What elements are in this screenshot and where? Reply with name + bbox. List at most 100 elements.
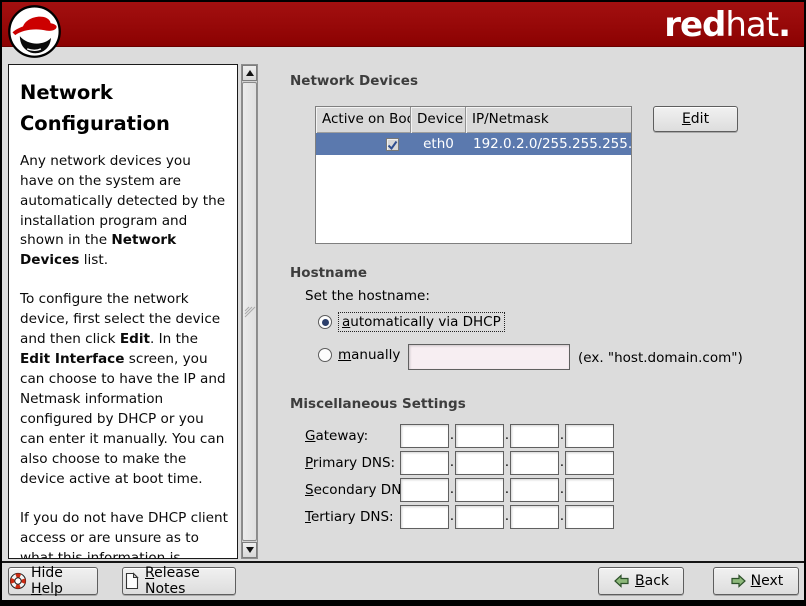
active-on-boot-checkbox[interactable] <box>386 138 399 151</box>
brand-rest: hat <box>725 5 778 45</box>
gateway-octet-1[interactable] <box>400 424 449 448</box>
next-arrow-icon <box>729 572 747 590</box>
back-button[interactable]: Back <box>598 567 684 595</box>
gateway-row: Gateway: . . . <box>305 423 614 448</box>
help-scrollbar[interactable] <box>241 64 258 559</box>
hostname-input[interactable] <box>408 344 570 370</box>
release-notes-post: elease Notes <box>145 565 200 597</box>
tertiary-dns-octet-3[interactable] <box>510 505 559 529</box>
radio-automatic-label[interactable]: automatically via DHCP <box>338 312 505 332</box>
help-p2-bold1: Edit <box>120 331 150 347</box>
secondary-dns-row: Secondary DNS: . . . <box>305 477 614 502</box>
tertiary-dns-label: Tertiary DNS: <box>305 509 400 525</box>
column-header-active-on-boot[interactable]: Active on Boot <box>316 107 411 133</box>
brand-dot: . <box>778 5 790 45</box>
primary-dns-label: Primary DNS: <box>305 455 400 471</box>
table-header: Active on Boot Device IP/Netmask <box>316 107 631 133</box>
lifesaver-help-icon <box>9 572 27 590</box>
active-on-boot-cell <box>316 138 411 151</box>
radio-unselected-icon[interactable] <box>318 348 332 362</box>
back-arrow-icon <box>613 572 631 590</box>
help-title: Network Configuration <box>20 78 228 140</box>
gateway-octet-4[interactable] <box>565 424 614 448</box>
release-notes-button[interactable]: Release Notes <box>122 567 236 595</box>
gateway-label: Gateway: <box>305 428 400 444</box>
misc-settings-label: Miscellaneous Settings <box>290 396 466 412</box>
manual-mnemonic: m <box>338 347 351 363</box>
radio-manual-label[interactable]: manually <box>338 347 400 363</box>
document-icon <box>123 572 141 590</box>
scroll-up-button[interactable] <box>242 65 257 81</box>
tertiary-dns-label-text: ertiary DNS: <box>311 509 394 525</box>
radio-dot <box>322 319 329 326</box>
help-paragraph-2: To configure the network device, first s… <box>20 290 228 490</box>
tertiary-dns-row: Tertiary DNS: . . . <box>305 504 614 529</box>
primary-dns-label-text: rimary DNS: <box>313 455 395 471</box>
redhat-shadowman-icon <box>7 4 62 59</box>
network-devices-table: Active on Boot Device IP/Netmask eth0 19… <box>315 106 632 244</box>
checkmark-icon <box>387 140 398 151</box>
tertiary-dns-octet-1[interactable] <box>400 505 449 529</box>
arrow-down-icon <box>246 547 254 553</box>
help-paragraph-1: Any network devices you have on the syst… <box>20 152 228 272</box>
auto-label-text: utomatically via DHCP <box>350 314 500 330</box>
hide-help-mnemonic: H <box>31 581 42 597</box>
gateway-octet-2[interactable] <box>455 424 504 448</box>
device-cell: eth0 <box>411 136 466 152</box>
gateway-label-text: ateway: <box>315 428 368 444</box>
scroll-down-button[interactable] <box>242 542 257 558</box>
radio-manual[interactable]: manually <box>318 347 400 363</box>
next-post: ext <box>761 573 783 589</box>
back-post: ack <box>645 573 669 589</box>
tertiary-dns-octet-2[interactable] <box>455 505 504 529</box>
help-paragraph-3: If you do not have DHCP client access or… <box>20 509 228 559</box>
primary-dns-octet-1[interactable] <box>400 451 449 475</box>
hostname-label: Hostname <box>290 265 367 281</box>
help-panel: Network Configuration Any network device… <box>8 64 238 559</box>
secondary-dns-octet-2[interactable] <box>455 478 504 502</box>
primary-dns-row: Primary DNS: . . . <box>305 450 614 475</box>
next-mnemonic: N <box>751 573 761 589</box>
primary-dns-octet-4[interactable] <box>565 451 614 475</box>
release-notes-mnemonic: R <box>145 565 154 581</box>
column-header-device[interactable]: Device <box>411 107 466 133</box>
edit-button[interactable]: Edit <box>653 106 738 132</box>
tertiary-dns-octet-4[interactable] <box>565 505 614 529</box>
secondary-dns-octet-3[interactable] <box>510 478 559 502</box>
radio-automatic-dhcp[interactable]: automatically via DHCP <box>318 312 505 332</box>
next-button[interactable]: Next <box>713 567 799 595</box>
primary-dns-octet-3[interactable] <box>510 451 559 475</box>
gateway-octet-3[interactable] <box>510 424 559 448</box>
edit-mnemonic: E <box>682 111 691 127</box>
footer-separator <box>2 561 804 563</box>
primary-dns-mnemonic: P <box>305 455 313 471</box>
hide-help-button[interactable]: Hide Help <box>8 567 98 595</box>
help-p1-tail: list. <box>79 252 108 268</box>
ip-netmask-cell: 192.0.2.0/255.255.255.0 <box>466 136 631 152</box>
help-p2-bold2: Edit Interface <box>20 351 124 367</box>
primary-dns-octet-2[interactable] <box>455 451 504 475</box>
secondary-dns-octet-4[interactable] <box>565 478 614 502</box>
column-header-ip-netmask[interactable]: IP/Netmask <box>466 107 631 133</box>
hide-help-pre: Hide <box>31 565 63 581</box>
scrollbar-grip-icon <box>244 306 256 318</box>
arrow-up-icon <box>246 70 254 76</box>
help-p2-tail: screen, you can choose to have the IP an… <box>20 351 226 487</box>
network-devices-label: Network Devices <box>290 73 418 89</box>
radio-selected-icon[interactable] <box>318 315 332 329</box>
secondary-dns-mnemonic: S <box>305 482 314 498</box>
back-mnemonic: B <box>635 573 645 589</box>
hide-help-post: elp <box>42 581 63 597</box>
hostname-hint: (ex. "host.domain.com") <box>578 350 743 366</box>
secondary-dns-octet-1[interactable] <box>400 478 449 502</box>
brand-bold: red <box>664 5 725 45</box>
scrollbar-thumb[interactable] <box>242 82 257 541</box>
set-hostname-prompt: Set the hostname: <box>305 288 430 304</box>
table-row[interactable]: eth0 192.0.2.0/255.255.255.0 <box>316 133 631 155</box>
manual-label-text: anually <box>351 347 400 363</box>
edit-label: dit <box>691 111 709 127</box>
redhat-wordmark: redhat. <box>664 5 790 45</box>
installer-window: redhat. Network Configuration Any networ… <box>0 0 806 606</box>
secondary-dns-label: Secondary DNS: <box>305 482 400 498</box>
gateway-mnemonic: G <box>305 428 315 444</box>
